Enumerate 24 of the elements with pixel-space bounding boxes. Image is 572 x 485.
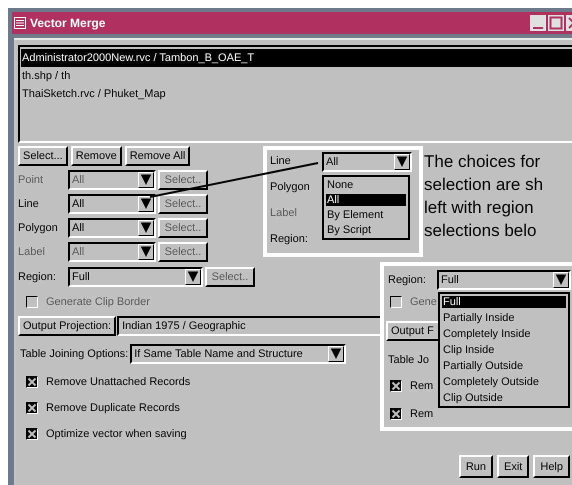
note-text: The choices for [424,151,542,173]
checkbox-label: Gene [410,296,437,308]
region-label: Region: [18,271,57,283]
note-text: left with region [424,197,535,219]
element-label: Polygon [270,181,310,193]
checkbox-label: Remove Duplicate Records [46,402,180,414]
checkbox-label: Remove Unattached Records [46,376,190,388]
window-title: Vector Merge [30,16,106,30]
region-label: Region: [388,274,426,286]
checkbox-label: Generate Clip Border [46,296,150,308]
element-label: Line [270,155,291,167]
element-label: Polygon [18,222,59,234]
note-text: selections belo [424,220,538,242]
checkbox-label: Optimize vector when saving [46,428,187,440]
checkbox-label: Rem [410,408,434,420]
element-label: Label [270,207,297,219]
element-label: Line [18,198,40,210]
element-label: Label [18,246,46,258]
checkbox-label: Rem [410,380,434,392]
note-text: selection are sh [424,174,544,196]
element-label: Region: [270,233,308,245]
table-joining-label: Table Jo [388,354,429,366]
table-joining-label: Table Joining Options: [19,348,128,360]
element-label: Point [18,174,44,186]
